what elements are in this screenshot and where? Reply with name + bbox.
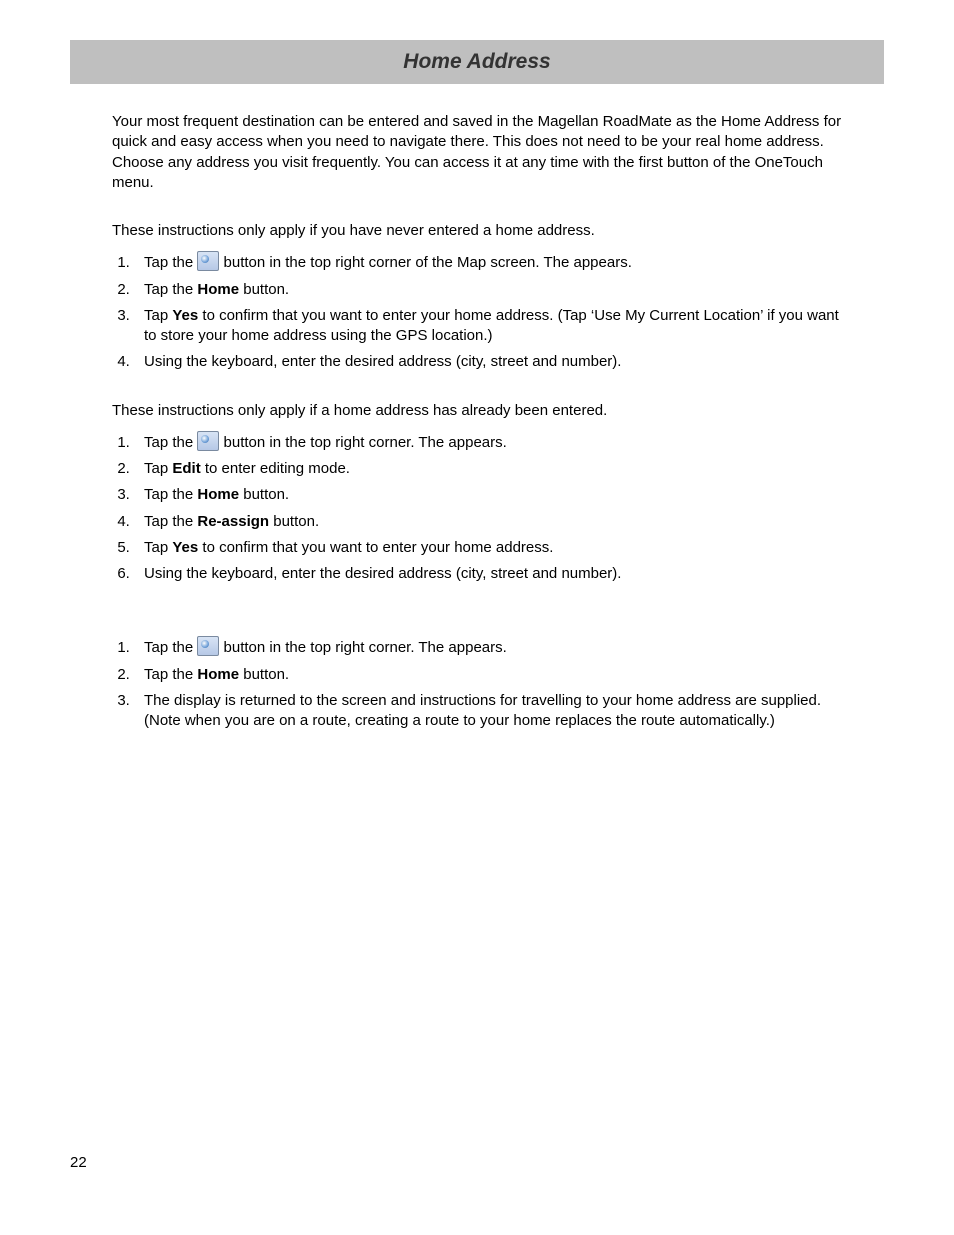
section2-steps: Tap the button in the top right corner. …: [112, 431, 842, 585]
step-text: button.: [269, 513, 319, 530]
list-item: Using the keyboard, enter the desired ad…: [134, 564, 842, 584]
step-text: Using the keyboard, enter the desired ad…: [144, 565, 621, 582]
section3-steps: Tap the button in the top right corner. …: [112, 636, 842, 731]
step-text: appears.: [448, 434, 506, 451]
list-item: Tap the button in the top right corner. …: [134, 431, 842, 453]
list-item: Tap Yes to confirm that you want to ente…: [134, 538, 842, 558]
page-number: 22: [70, 1154, 87, 1171]
list-item: Tap the Home button.: [134, 485, 842, 505]
step-text: Tap: [144, 307, 172, 324]
step-text: The display is returned to the: [144, 692, 342, 709]
step-text: to confirm that you want to enter your h…: [144, 307, 839, 344]
step-text: button in the top right corner. The: [219, 639, 448, 656]
title-bar: Home Address: [70, 40, 884, 84]
step-text: Tap the: [144, 281, 197, 298]
step-text: Tap the: [144, 513, 197, 530]
bold-text: Yes: [172, 307, 198, 324]
content-area: Your most frequent destination can be en…: [70, 112, 884, 731]
spacer: [112, 602, 842, 630]
step-text: appears.: [573, 254, 631, 271]
step-text: button.: [239, 281, 289, 298]
bold-text: Home: [197, 486, 239, 503]
bold-text: Edit: [172, 460, 200, 477]
step-text: button in the top right corner of the Ma…: [219, 254, 573, 271]
list-item: The display is returned to the screen an…: [134, 691, 842, 732]
onetouch-icon: [197, 431, 219, 451]
list-item: Tap Edit to enter editing mode.: [134, 459, 842, 479]
section2-note: These instructions only apply if a home …: [112, 401, 842, 421]
step-text: button in the top right corner. The: [219, 434, 448, 451]
bold-text: Home: [197, 666, 239, 683]
list-item: Tap the Re-assign button.: [134, 512, 842, 532]
section1-note: These instructions only apply if you hav…: [112, 221, 842, 241]
step-text: button.: [239, 486, 289, 503]
step-text: Tap the: [144, 486, 197, 503]
step-text: Tap the: [144, 254, 197, 271]
onetouch-icon: [197, 251, 219, 271]
onetouch-icon: [197, 636, 219, 656]
step-text: Tap: [144, 539, 172, 556]
intro-paragraph: Your most frequent destination can be en…: [112, 112, 842, 193]
step-text: appears.: [448, 639, 506, 656]
step-text: Using the keyboard, enter the desired ad…: [144, 353, 621, 370]
step-text: Tap the: [144, 639, 197, 656]
list-item: Tap the Home button.: [134, 665, 842, 685]
document-page: Home Address Your most frequent destinat…: [0, 0, 954, 1235]
step-text: Tap: [144, 460, 172, 477]
step-text: Tap the: [144, 666, 197, 683]
page-title: Home Address: [403, 50, 550, 74]
step-text: button.: [239, 666, 289, 683]
list-item: Tap the Home button.: [134, 280, 842, 300]
list-item: Using the keyboard, enter the desired ad…: [134, 352, 842, 372]
bold-text: Yes: [172, 539, 198, 556]
section1-steps: Tap the button in the top right corner o…: [112, 251, 842, 372]
step-text: to confirm that you want to enter your h…: [198, 539, 553, 556]
list-item: Tap the button in the top right corner o…: [134, 251, 842, 273]
bold-text: Home: [197, 281, 239, 298]
list-item: Tap Yes to confirm that you want to ente…: [134, 306, 842, 347]
list-item: Tap the button in the top right corner. …: [134, 636, 842, 658]
step-text: to enter editing mode.: [201, 460, 350, 477]
bold-text: Re-assign: [197, 513, 269, 530]
step-text: Tap the: [144, 434, 197, 451]
